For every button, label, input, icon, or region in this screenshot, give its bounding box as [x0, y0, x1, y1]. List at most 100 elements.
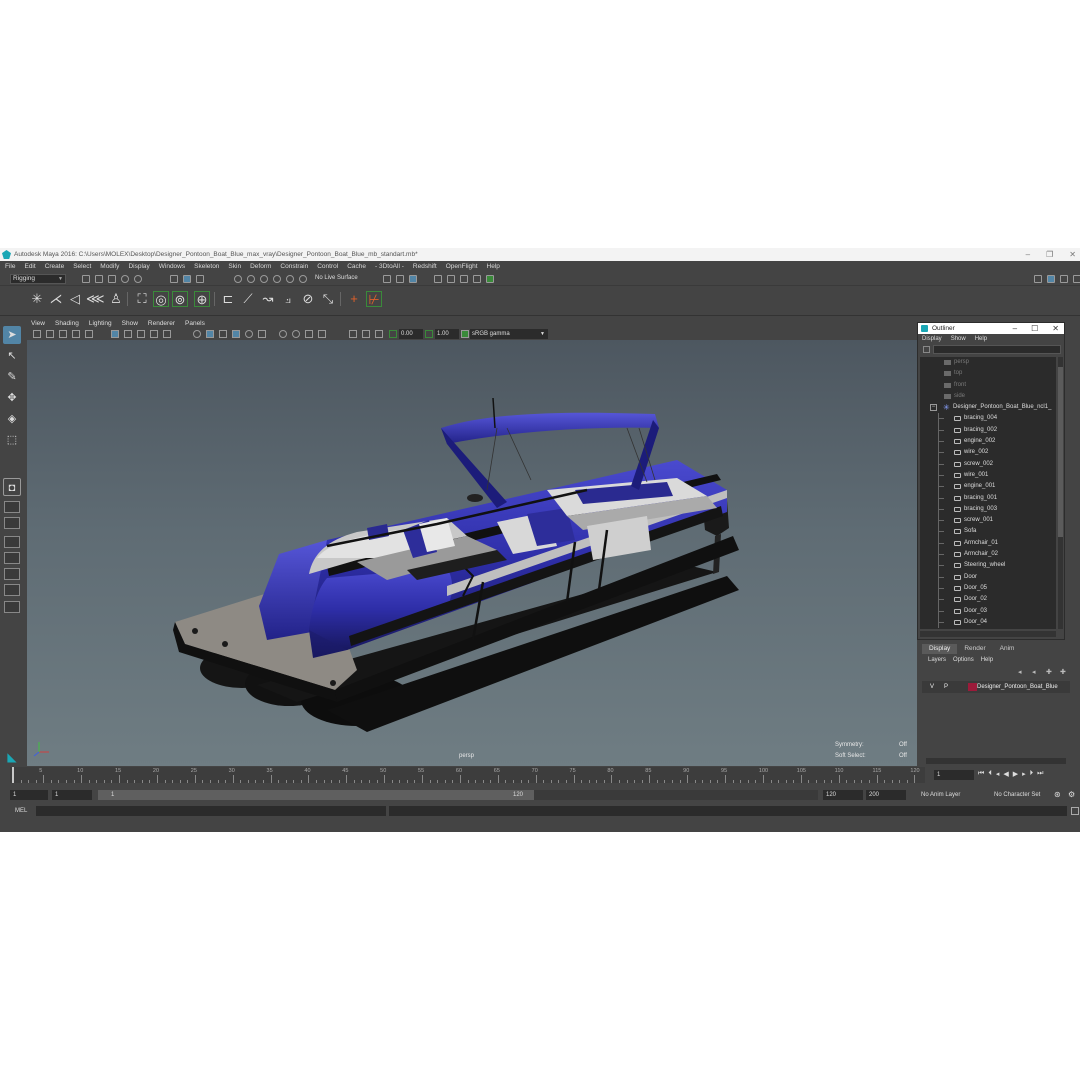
outliner-row[interactable]: top	[920, 368, 1056, 379]
minimize-icon[interactable]: –	[1026, 250, 1030, 259]
menu-edit[interactable]: Edit	[24, 263, 35, 270]
menu-redshift[interactable]: Redshift	[413, 263, 437, 270]
two-pane-layout-icon[interactable]	[4, 536, 20, 548]
range-end-field[interactable]: 200	[866, 790, 906, 800]
menu-windows[interactable]: Windows	[159, 263, 185, 270]
wrinkle-icon[interactable]: ⟓	[280, 291, 296, 307]
maximize-icon[interactable]: ☐	[1031, 323, 1038, 334]
point-constraint-icon[interactable]: +	[346, 291, 362, 307]
snap-curve-icon[interactable]	[247, 275, 255, 283]
outliner-row[interactable]: bracing_001	[920, 492, 1056, 504]
scale-tool-icon[interactable]: ⬚	[3, 431, 21, 449]
output-ops-icon[interactable]	[396, 275, 404, 283]
persp-viewport[interactable]: persp Symmetry: Off Soft Select: Off	[27, 340, 917, 768]
ik-handle-icon[interactable]: ⋌	[48, 291, 64, 307]
select-hierarchy-icon[interactable]	[170, 275, 178, 283]
move-layer-up-icon[interactable]: ◂	[1018, 669, 1026, 676]
current-frame-marker[interactable]	[12, 767, 14, 783]
tab-anim[interactable]: Anim	[993, 644, 1022, 654]
wireframe-icon[interactable]	[111, 330, 119, 338]
range-start-field[interactable]: 1	[10, 790, 48, 800]
live-surface-label[interactable]: No Live Surface	[315, 275, 358, 281]
menu-skeleton[interactable]: Skeleton	[194, 263, 219, 270]
lasso-tool-icon[interactable]: ↖	[3, 347, 21, 365]
outliner-row[interactable]: engine_001	[920, 481, 1056, 493]
xray-joints-icon[interactable]	[206, 330, 214, 338]
outliner-row[interactable]: engine_002	[920, 436, 1056, 448]
layer-menu-options[interactable]: Options	[953, 657, 974, 663]
menu-select[interactable]: Select	[73, 263, 91, 270]
select-object-icon[interactable]	[183, 275, 191, 283]
shadows-icon[interactable]	[232, 330, 240, 338]
close-icon[interactable]: ✕	[1052, 323, 1059, 334]
play-backward-icon[interactable]: ◀	[1003, 770, 1008, 778]
outliner-menu-display[interactable]: Display	[922, 336, 942, 342]
ambient-occlusion-icon[interactable]	[245, 330, 253, 338]
outliner-row[interactable]: wire_002	[920, 447, 1056, 459]
outliner-row[interactable]: Door_03	[920, 605, 1056, 617]
play-forward-icon[interactable]: ▶	[1013, 770, 1018, 778]
outliner-hscrollbar[interactable]	[920, 631, 1056, 637]
motion-blur-icon[interactable]	[258, 330, 266, 338]
playback-start-field[interactable]: 1	[52, 790, 92, 800]
outliner-row[interactable]: screw_001	[920, 515, 1056, 527]
menu-3dtoall[interactable]: - 3DtoAll -	[375, 263, 404, 270]
textured-icon[interactable]	[150, 330, 158, 338]
select-tool-icon[interactable]: ➤	[3, 326, 21, 344]
exposure-field[interactable]: 0.00	[399, 329, 423, 339]
vp-menu-show[interactable]: Show	[122, 320, 138, 327]
outliner-menu-show[interactable]: Show	[951, 336, 966, 342]
last-tool-icon[interactable]: ◘	[3, 478, 21, 496]
outliner-row[interactable]: front	[920, 380, 1056, 391]
wire-deformer-icon[interactable]: ↝	[260, 291, 276, 307]
minimize-icon[interactable]: –	[1013, 323, 1017, 334]
new-layer-selected-icon[interactable]: ✚	[1060, 669, 1068, 676]
image-plane-icon[interactable]	[72, 330, 80, 338]
sculpt-deformer-icon[interactable]: ⊘	[300, 291, 316, 307]
menu-openflight[interactable]: OpenFlight	[446, 263, 478, 270]
outliner-row[interactable]: Door_05	[920, 582, 1056, 595]
menu-help[interactable]: Help	[487, 263, 500, 270]
soft-mod-icon[interactable]: ⤡	[320, 291, 336, 307]
select-component-icon[interactable]	[196, 275, 204, 283]
range-bar-fill[interactable]	[98, 790, 534, 800]
isolate-select-icon[interactable]	[219, 330, 227, 338]
depth-of-field-icon[interactable]	[292, 330, 300, 338]
colorspace-select[interactable]: sRGB gamma ▼	[470, 329, 548, 339]
outliner-menu-help[interactable]: Help	[975, 336, 987, 342]
paint-weights-icon[interactable]: ⊕	[194, 291, 210, 307]
move-layer-down-icon[interactable]: ◂	[1032, 669, 1040, 676]
outliner-layout-icon[interactable]	[4, 552, 20, 564]
step-forward-icon[interactable]: ▸	[1022, 770, 1026, 778]
ipr-render-icon[interactable]	[460, 275, 468, 283]
bind-skin-icon[interactable]: ⛶	[134, 291, 150, 307]
smooth-shade-icon[interactable]	[124, 330, 132, 338]
new-layer-icon[interactable]: ✚	[1046, 669, 1054, 676]
hypershade-icon[interactable]	[486, 275, 494, 283]
anim-layer-select[interactable]: No Anim Layer	[921, 790, 960, 800]
layer-playback-toggle[interactable]: P	[944, 681, 948, 693]
menu-file[interactable]: File	[5, 263, 15, 270]
bookmark-icon[interactable]	[59, 330, 67, 338]
command-input[interactable]	[36, 806, 386, 816]
save-scene-icon[interactable]	[108, 275, 116, 283]
vp-menu-renderer[interactable]: Renderer	[148, 320, 175, 327]
menu-control[interactable]: Control	[317, 263, 338, 270]
use-lights-icon[interactable]	[163, 330, 171, 338]
menu-deform[interactable]: Deform	[250, 263, 271, 270]
restore-icon[interactable]: ❐	[1046, 250, 1053, 259]
cluster-icon[interactable]: ⊏	[220, 291, 236, 307]
resolution-gate-icon[interactable]	[318, 330, 326, 338]
paint-select-icon[interactable]: ✎	[3, 368, 21, 386]
gamma-field[interactable]: 1.00	[435, 329, 459, 339]
step-back-key-icon[interactable]: ⏴	[988, 770, 992, 778]
vp-menu-shading[interactable]: Shading	[55, 320, 79, 327]
wireframe-on-shaded-icon[interactable]	[137, 330, 145, 338]
new-scene-icon[interactable]	[82, 275, 90, 283]
outliner-row[interactable]: bracing_003	[920, 503, 1056, 516]
film-gate-icon[interactable]	[305, 330, 313, 338]
filter-icon[interactable]	[923, 346, 930, 353]
step-forward-key-icon[interactable]: ⏵	[1030, 770, 1034, 778]
outliner-row[interactable]: Door_04	[920, 616, 1056, 629]
close-icon[interactable]: ✕	[1069, 250, 1076, 259]
